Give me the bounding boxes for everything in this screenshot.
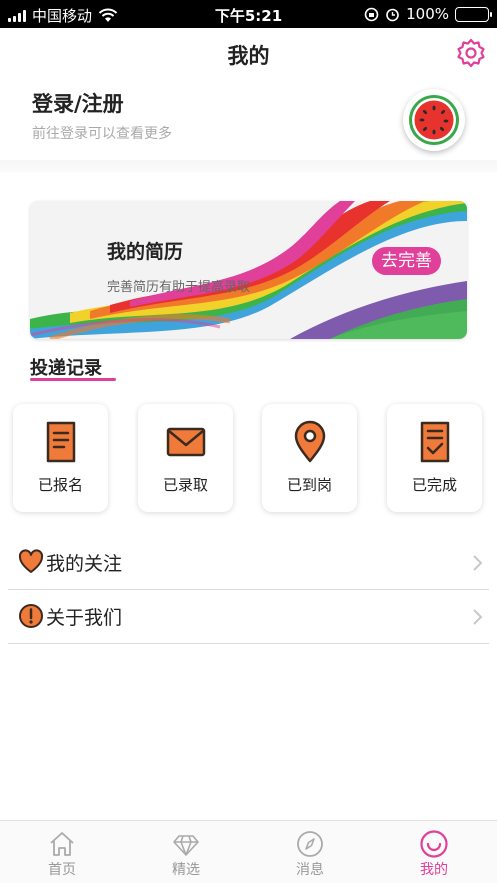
record-label: 已到岗 xyxy=(286,476,332,494)
tab-home[interactable]: 首页 xyxy=(0,821,124,883)
login-register-link[interactable]: 登录/注册 xyxy=(32,88,124,118)
record-card-completed[interactable]: 已完成 xyxy=(387,404,482,512)
chevron-right-icon xyxy=(473,609,483,625)
records-title-underline xyxy=(30,378,116,381)
avatar[interactable] xyxy=(403,89,465,151)
section-divider xyxy=(0,160,497,172)
record-label: 已报名 xyxy=(37,476,83,494)
record-label: 已完成 xyxy=(411,476,457,494)
smile-icon xyxy=(420,830,448,858)
checklist-icon xyxy=(420,421,450,463)
menu-item-favorites[interactable]: 我的关注 xyxy=(8,536,489,590)
header: 我的 xyxy=(0,28,497,76)
record-label: 已录取 xyxy=(162,476,208,494)
records-title: 投递记录 xyxy=(30,358,102,379)
compass-icon xyxy=(297,831,323,857)
document-icon xyxy=(46,421,76,463)
home-icon xyxy=(50,832,74,856)
banner-title: 我的简历 xyxy=(107,241,184,263)
rotation-lock-icon xyxy=(364,7,379,21)
envelope-icon xyxy=(166,427,206,457)
alarm-icon xyxy=(386,8,399,21)
location-pin-icon xyxy=(294,420,326,463)
tab-featured[interactable]: 精选 xyxy=(124,821,248,883)
menu-item-label: 关于我们 xyxy=(46,607,123,629)
battery-icon xyxy=(455,6,492,22)
tab-messages[interactable]: 消息 xyxy=(248,821,372,883)
login-hint: 前往登录可以查看更多 xyxy=(32,126,172,142)
tab-label: 精选 xyxy=(172,862,200,878)
page-title: 我的 xyxy=(227,44,270,68)
status-right: 100% xyxy=(364,5,492,23)
tab-label: 我的 xyxy=(420,862,448,878)
menu-item-about-us[interactable]: 关于我们 xyxy=(8,590,489,644)
record-card-admitted[interactable]: 已录取 xyxy=(138,404,233,512)
record-card-signed-up[interactable]: 已报名 xyxy=(13,404,108,512)
record-card-on-duty[interactable]: 已到岗 xyxy=(262,404,357,512)
complete-resume-button[interactable]: 去完善 xyxy=(372,247,441,275)
gear-icon[interactable] xyxy=(455,36,487,68)
status-bar: 中国移动 下午5:21 100% xyxy=(0,0,497,28)
tab-label: 首页 xyxy=(48,862,76,878)
diamond-icon xyxy=(173,835,199,856)
battery-percent: 100% xyxy=(406,5,449,23)
heart-icon xyxy=(18,549,44,573)
chevron-right-icon xyxy=(473,555,483,571)
tab-label: 消息 xyxy=(296,862,324,878)
menu-item-label: 我的关注 xyxy=(46,553,123,575)
tab-bar: 首页 精选 消息 我的 xyxy=(0,820,497,883)
screen: 中国移动 下午5:21 100% 我的 登录/注册 前往登录可以查看更多 我的简… xyxy=(0,0,497,883)
resume-banner[interactable]: 我的简历 完善简历有助于提高录取 去完善 xyxy=(30,201,467,339)
watermelon-icon xyxy=(409,95,459,145)
banner-subtitle: 完善简历有助于提高录取 xyxy=(107,280,251,295)
exclamation-icon xyxy=(19,604,43,628)
tab-mine[interactable]: 我的 xyxy=(372,821,496,883)
profile-section[interactable]: 登录/注册 前往登录可以查看更多 xyxy=(0,78,497,166)
